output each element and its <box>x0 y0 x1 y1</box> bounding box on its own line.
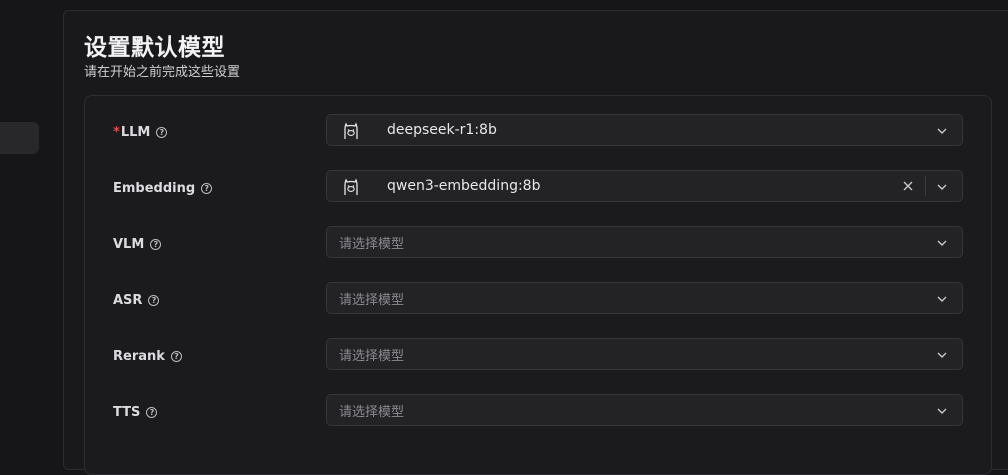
embedding-select-value: qwen3-embedding:8b <box>387 178 541 194</box>
sidebar <box>0 0 63 454</box>
help-icon[interactable]: ? <box>156 126 168 138</box>
field-label-vlm: VLM ? <box>113 234 162 254</box>
help-icon[interactable]: ? <box>170 350 182 362</box>
rerank-select[interactable]: 请选择模型 <box>326 338 963 370</box>
form-row-llm: *LLM ? deepseek-r1:8b <box>113 114 963 154</box>
form-row-tts: TTS ? 请选择模型 <box>113 394 963 434</box>
help-icon[interactable]: ? <box>201 182 213 194</box>
asr-select[interactable]: 请选择模型 <box>326 282 963 314</box>
llama-icon <box>344 122 358 139</box>
chevron-down-icon[interactable] <box>936 349 948 361</box>
form-row-asr: ASR ? 请选择模型 <box>113 282 963 322</box>
sidebar-active-item[interactable] <box>0 122 39 154</box>
page-title: 设置默认模型 <box>84 35 225 61</box>
form-row-embedding: Embedding ? qwen3-embedding:8b <box>113 170 963 210</box>
chevron-down-icon[interactable] <box>936 181 948 193</box>
asr-select-placeholder: 请选择模型 <box>339 292 405 308</box>
field-label-tts: TTS ? <box>113 402 158 422</box>
rerank-select-placeholder: 请选择模型 <box>339 348 405 364</box>
field-label-embedding: Embedding ? <box>113 178 213 198</box>
page-subtitle: 请在开始之前完成这些设置 <box>84 65 241 80</box>
tts-select[interactable]: 请选择模型 <box>326 394 963 426</box>
field-label-asr: ASR ? <box>113 290 160 310</box>
help-icon[interactable]: ? <box>146 406 158 418</box>
close-icon[interactable] <box>902 180 914 192</box>
field-label-rerank: Rerank ? <box>113 346 182 366</box>
chevron-down-icon[interactable] <box>936 125 948 137</box>
llm-select[interactable]: deepseek-r1:8b <box>326 114 963 146</box>
embedding-select[interactable]: qwen3-embedding:8b <box>326 170 963 202</box>
chevron-down-icon[interactable] <box>936 237 948 249</box>
help-icon[interactable]: ? <box>148 294 160 306</box>
field-label-llm: *LLM ? <box>113 122 168 142</box>
select-divider <box>925 176 926 196</box>
llama-icon <box>344 178 358 195</box>
help-icon[interactable]: ? <box>150 238 162 250</box>
chevron-down-icon[interactable] <box>936 405 948 417</box>
vlm-select[interactable]: 请选择模型 <box>326 226 963 258</box>
llm-select-value: deepseek-r1:8b <box>387 122 497 138</box>
vlm-select-placeholder: 请选择模型 <box>339 236 405 252</box>
chevron-down-icon[interactable] <box>936 293 948 305</box>
tts-select-placeholder: 请选择模型 <box>339 404 405 420</box>
required-mark: * <box>113 124 120 140</box>
form-row-vlm: VLM ? 请选择模型 <box>113 226 963 266</box>
form-row-rerank: Rerank ? 请选择模型 <box>113 338 963 378</box>
